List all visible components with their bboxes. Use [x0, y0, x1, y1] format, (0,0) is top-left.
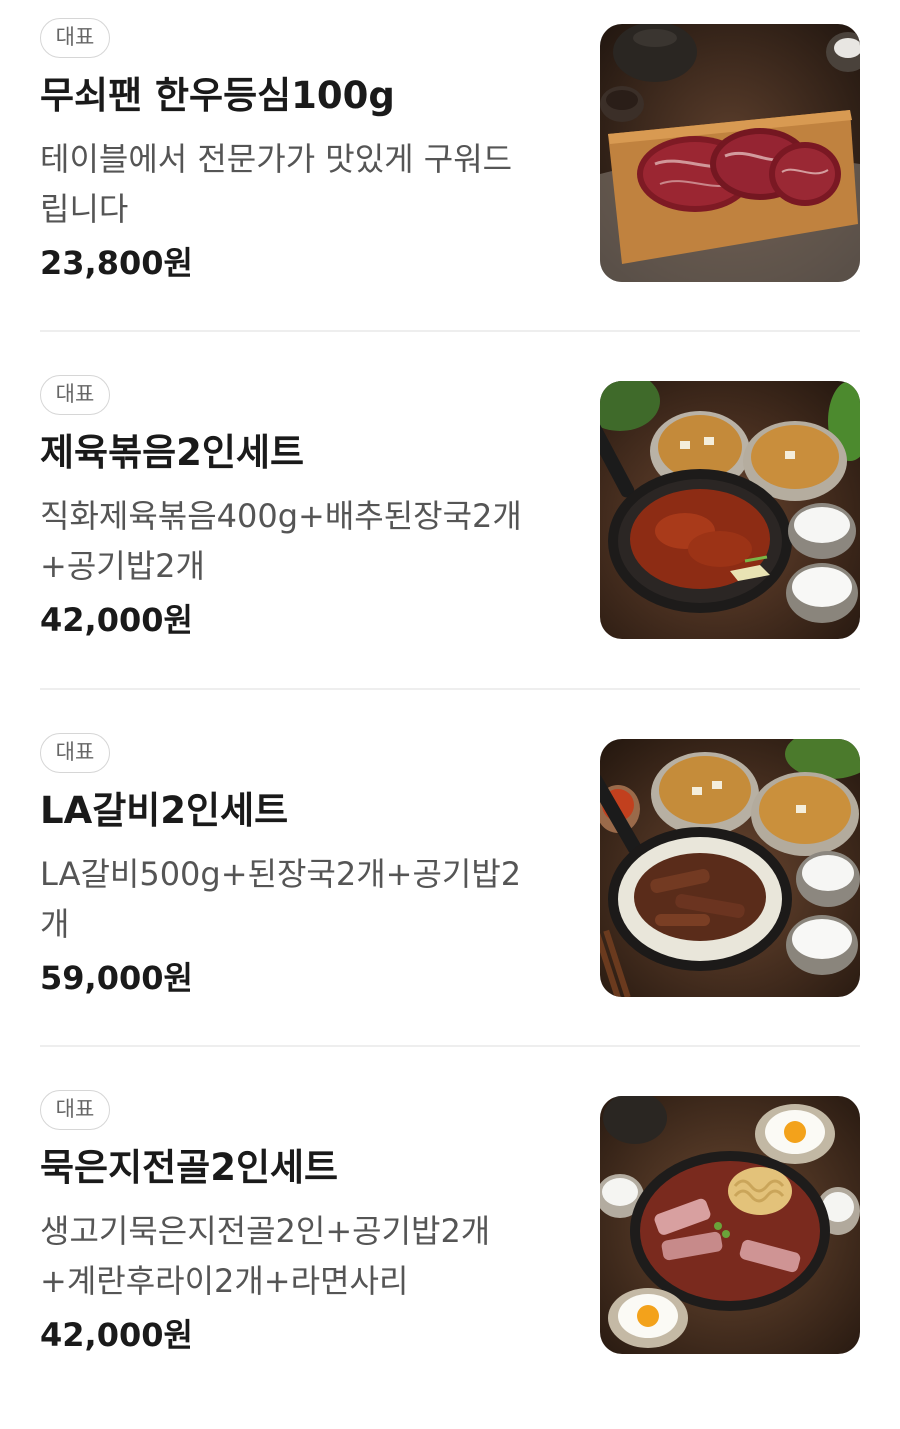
menu-item-description: LA갈비500g+된장국2개+공기밥2 개 — [40, 849, 560, 949]
la-galbi-pan-with-soup-and-rice-image[interactable] — [600, 739, 860, 997]
signature-badge: 대표 — [40, 733, 110, 773]
kimchi-stew-pot-with-eggs-image[interactable] — [600, 1096, 860, 1354]
menu-item-description-line: LA갈비500g+된장국2개+공기밥2 — [40, 855, 522, 893]
signature-badge: 대표 — [40, 18, 110, 58]
item-divider — [40, 330, 860, 332]
menu-item-description-line: 립니다 — [40, 190, 129, 228]
menu-item-description-line: 테이블에서 전문가가 맛있게 구워드 — [40, 140, 513, 178]
menu-item-jeyuk-set[interactable]: 대표 제육볶음2인세트 직화제육볶음400g+배추된장국2개 +공기밥2개 42… — [0, 357, 900, 714]
menu-list: 대표 무쇠팬 한우등심100g 테이블에서 전문가가 맛있게 구워드 립니다 2… — [0, 0, 900, 1364]
signature-badge: 대표 — [40, 1090, 110, 1130]
menu-item-price: 42,000원 — [40, 1316, 193, 1354]
menu-item-description-line: 개 — [40, 905, 70, 943]
menu-item-la-galbi-set[interactable]: 대표 LA갈비2인세트 LA갈비500g+된장국2개+공기밥2 개 59,000… — [0, 715, 900, 1072]
menu-item-description: 테이블에서 전문가가 맛있게 구워드 립니다 — [40, 134, 560, 234]
menu-item-description-line: +계란후라이2개+라면사리 — [40, 1262, 409, 1300]
spicy-pork-pan-with-soup-and-rice-image[interactable] — [600, 381, 860, 639]
menu-item-name: 제육볶음2인세트 — [40, 431, 305, 474]
menu-item-price: 42,000원 — [40, 601, 193, 639]
menu-item-description-line: 생고기묵은지전골2인+공기밥2개 — [40, 1212, 491, 1250]
menu-item-name: LA갈비2인세트 — [40, 789, 289, 832]
menu-item-description-line: +공기밥2개 — [40, 547, 205, 585]
menu-item-hanwoo-sirloin[interactable]: 대표 무쇠팬 한우등심100g 테이블에서 전문가가 맛있게 구워드 립니다 2… — [0, 0, 900, 357]
item-divider — [40, 688, 860, 690]
menu-item-name: 묵은지전골2인세트 — [40, 1146, 339, 1189]
menu-item-description: 생고기묵은지전골2인+공기밥2개 +계란후라이2개+라면사리 — [40, 1206, 560, 1306]
menu-item-description: 직화제육볶음400g+배추된장국2개 +공기밥2개 — [40, 491, 560, 591]
signature-badge: 대표 — [40, 375, 110, 415]
menu-item-price: 59,000원 — [40, 959, 193, 997]
menu-item-kimchi-jeongol-set[interactable]: 대표 묵은지전골2인세트 생고기묵은지전골2인+공기밥2개 +계란후라이2개+라… — [0, 1072, 900, 1429]
steak-on-wooden-board-image[interactable] — [600, 24, 860, 282]
item-divider — [40, 1045, 860, 1047]
menu-item-description-line: 직화제육볶음400g+배추된장국2개 — [40, 497, 522, 535]
menu-item-name: 무쇠팬 한우등심100g — [40, 74, 395, 117]
menu-item-price: 23,800원 — [40, 244, 193, 282]
